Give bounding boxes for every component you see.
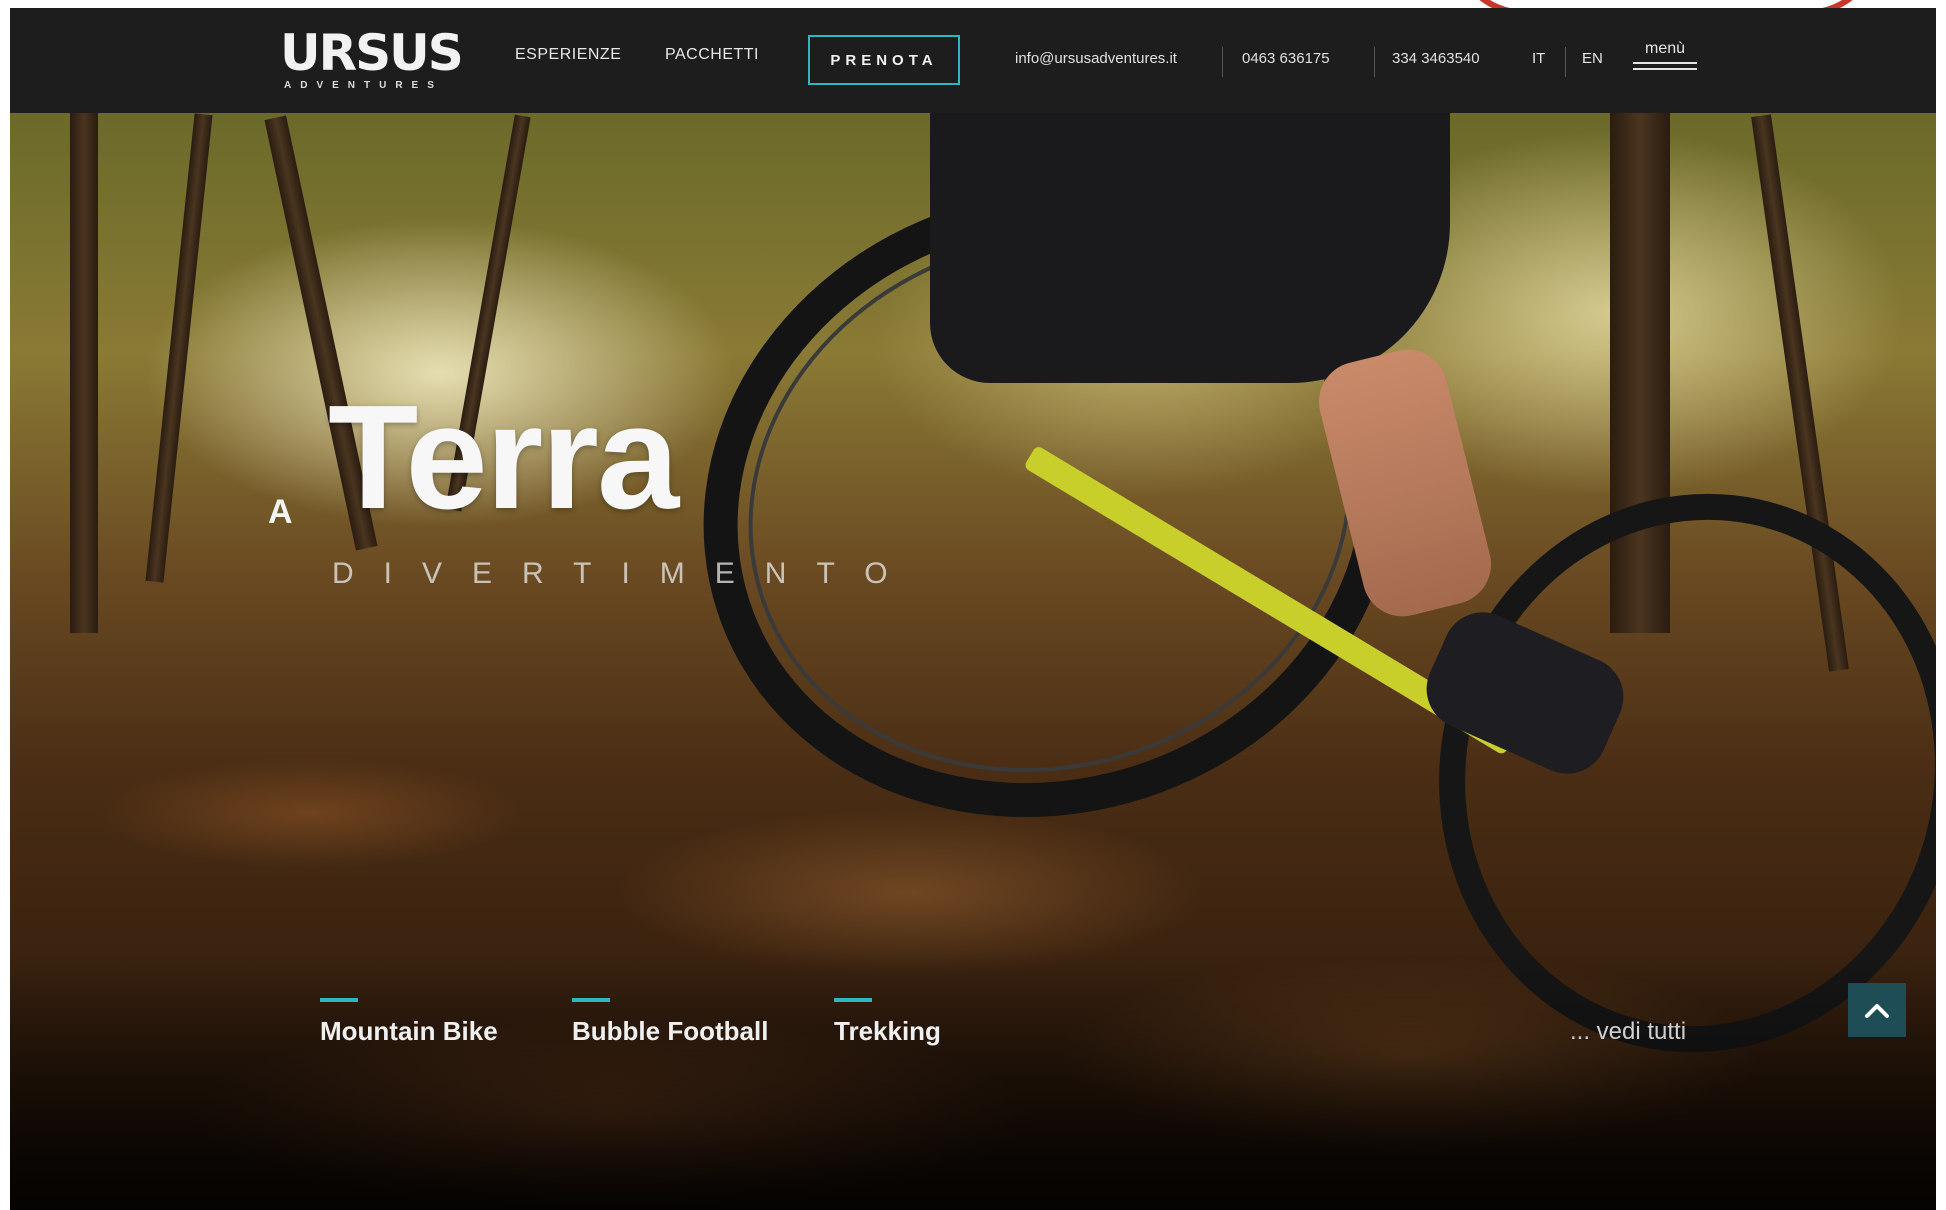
logo[interactable]: URSUS ADVENTURES bbox=[280, 24, 464, 98]
hero-subtitle: DIVERTIMENTO bbox=[332, 557, 918, 590]
lang-en-link[interactable]: EN bbox=[1582, 50, 1603, 67]
contact-email-link[interactable]: info@ursusadventures.it bbox=[1015, 50, 1177, 67]
chevron-up-icon bbox=[1865, 1004, 1889, 1018]
menu-underline-icon bbox=[1633, 68, 1697, 70]
nav-divider bbox=[1222, 47, 1223, 77]
prenota-button[interactable]: PRENOTA bbox=[808, 35, 960, 85]
contact-mobile-link[interactable]: 334 3463540 bbox=[1392, 50, 1480, 67]
menu-button[interactable]: menù bbox=[1633, 40, 1697, 80]
tab-accent-bar bbox=[320, 998, 358, 1002]
experience-label: Bubble Football bbox=[572, 1016, 769, 1046]
menu-underline-icon bbox=[1633, 62, 1697, 64]
nav-link-pacchetti[interactable]: PACCHETTI bbox=[665, 46, 759, 64]
rider-body bbox=[930, 113, 1450, 383]
nav-divider bbox=[1565, 47, 1566, 77]
hero-title: Terra bbox=[328, 375, 679, 540]
navbar: URSUS ADVENTURES ESPERIENZE PACCHETTI PR… bbox=[10, 8, 1936, 113]
contact-phone-link[interactable]: 0463 636175 bbox=[1242, 50, 1330, 67]
menu-label: menù bbox=[1644, 40, 1686, 57]
bottom-shade bbox=[10, 950, 1936, 1210]
logo-subtext: ADVENTURES bbox=[284, 80, 443, 91]
page-frame: URSUS ADVENTURES ESPERIENZE PACCHETTI PR… bbox=[10, 8, 1936, 1210]
tab-accent-bar bbox=[834, 998, 872, 1002]
nav-divider bbox=[1374, 47, 1375, 77]
nav-link-esperienze[interactable]: ESPERIENZE bbox=[515, 46, 621, 64]
experience-tab-mountain-bike[interactable]: Mountain Bike bbox=[320, 998, 498, 1047]
tree-trunk bbox=[70, 113, 98, 633]
logo-text: URSUS bbox=[280, 24, 464, 82]
experience-tab-bubble-football[interactable]: Bubble Football bbox=[572, 998, 768, 1047]
experience-tab-trekking[interactable]: Trekking bbox=[834, 998, 941, 1047]
lang-it-link[interactable]: IT bbox=[1532, 50, 1545, 67]
scroll-top-button[interactable] bbox=[1848, 983, 1906, 1037]
tree-trunk bbox=[145, 113, 213, 583]
see-all-link[interactable]: ... vedi tutti bbox=[1570, 1018, 1686, 1046]
tab-accent-bar bbox=[572, 998, 610, 1002]
hero-prefix: A bbox=[268, 493, 293, 531]
experience-label: Trekking bbox=[834, 1016, 941, 1046]
experience-label: Mountain Bike bbox=[320, 1016, 498, 1046]
